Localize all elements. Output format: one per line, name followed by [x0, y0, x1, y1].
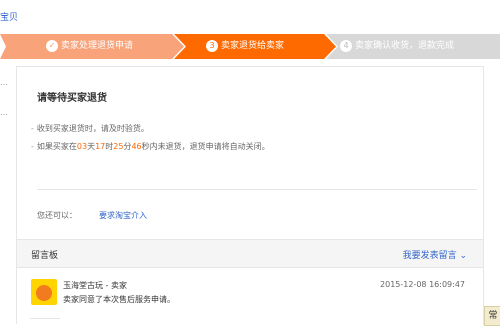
- countdown-prefix: 如果买家在: [36, 142, 77, 151]
- message-board-title: 留言板: [31, 251, 59, 261]
- check-icon: ✓: [46, 39, 58, 52]
- countdown-seconds: 46: [131, 142, 142, 151]
- step-number-icon: 4: [340, 39, 352, 52]
- message-author: 玉海堂古玩 - 卖家: [63, 281, 127, 290]
- countdown-suffix: 秒内未退货，退货申请将自动关闭。: [141, 142, 270, 151]
- progress-steps: ✓ 卖家处理退货申请 3 卖家退货给卖家 4 卖家确认收货，退款完成: [0, 34, 500, 59]
- step-3-label: 卖家确认收货，退款完成: [355, 41, 455, 51]
- also-label: 您还可以：: [37, 211, 77, 220]
- main-panel: 请等待买家退货 - 收到买家退货时，请及时验货。 - 如果买家在03天17时25分4…: [17, 66, 484, 325]
- step-1: ✓ 卖家处理退货申请: [46, 34, 133, 59]
- message-item: 玉海堂古玩 - 卖家 2015-12-08 16:09:47 卖家同意了本次售后…: [17, 267, 483, 325]
- divider: [37, 189, 477, 190]
- message-text: 卖家同意了本次售后服务申请。: [63, 295, 175, 304]
- note-countdown: - 如果买家在03天17时25分46秒内未退货，退货申请将自动关闭。: [31, 141, 270, 152]
- bullet-icon: -: [31, 142, 34, 151]
- note-verify: - 收到买家退货时，请及时验货。: [31, 123, 149, 134]
- chevron-down-icon: ⌄: [459, 251, 467, 261]
- post-message-button[interactable]: 我要发表留言 ⌄: [403, 248, 467, 261]
- left-panel: … …: [0, 66, 17, 324]
- step-2-label: 卖家退货给卖家: [221, 41, 285, 51]
- ellipsis-icon: …: [0, 108, 8, 117]
- bullet-icon: -: [31, 124, 34, 133]
- step-number-icon: 3: [206, 39, 218, 52]
- message-board-header: 留言板 我要发表留言 ⌄: [17, 239, 483, 268]
- step-3: 4 卖家确认收货，退款完成: [340, 34, 454, 59]
- countdown-hours: 17: [95, 142, 106, 151]
- note-verify-text: 收到买家退货时，请及时验货。: [36, 124, 149, 133]
- avatar: [31, 279, 57, 305]
- float-service-button[interactable]: 常: [484, 306, 500, 326]
- breadcrumb-link[interactable]: 宝贝: [0, 10, 18, 23]
- countdown-days-unit: 天: [87, 142, 96, 151]
- countdown-minutes: 25: [113, 142, 124, 151]
- post-message-label: 我要发表留言: [402, 251, 457, 261]
- page-title: 请等待买家退货: [37, 93, 107, 104]
- request-intervention-link[interactable]: 要求淘宝介入: [99, 210, 147, 221]
- message-time: 2015-12-08 16:09:47: [380, 280, 465, 289]
- avatar-face-icon: [36, 285, 52, 301]
- ellipsis-icon: …: [0, 78, 8, 87]
- step-1-label: 卖家处理退货申请: [61, 41, 134, 51]
- countdown-days: 03: [76, 142, 88, 151]
- step-2: 3 卖家退货给卖家: [206, 34, 284, 59]
